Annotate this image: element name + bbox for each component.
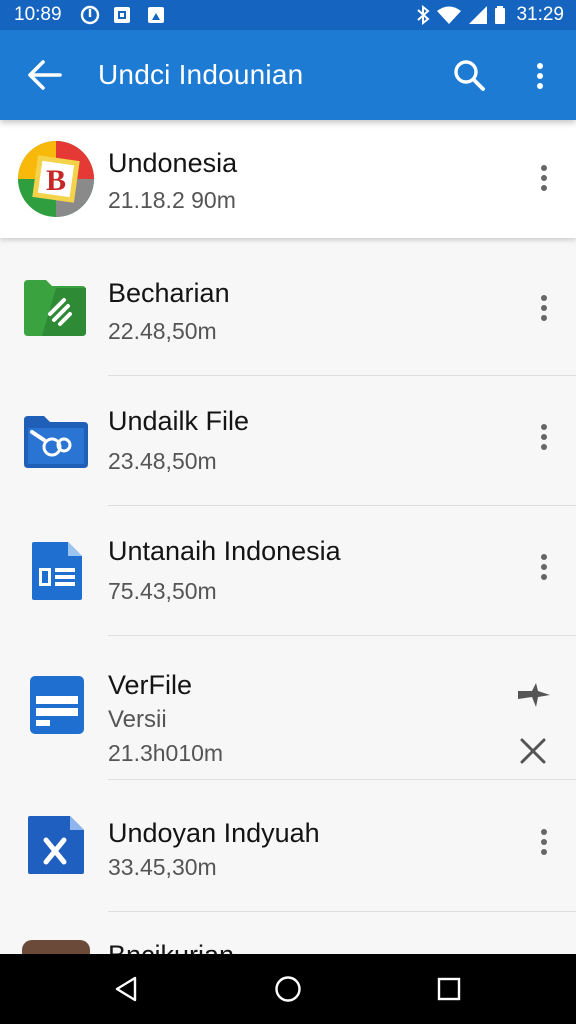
item-title: Undailk File [108,406,250,436]
excel-file-icon [28,816,84,874]
item-size: 21.3h010m [108,740,224,766]
pin-icon[interactable] [516,681,552,709]
item-title: Becharian [108,278,230,308]
item-size: 33.45,30m [108,854,217,880]
more-vert-icon[interactable] [532,826,556,858]
item-title: Undoyan Indyuah [108,818,320,848]
more-vert-icon[interactable] [528,60,552,92]
item-size: 22.48,50m [108,318,217,344]
item-size: 21.18.2 90m [108,187,236,213]
list-item[interactable]: VerFile Versii 21.3h010m [0,636,576,780]
item-title: Untanaih Indonesia [108,536,341,566]
item-title: VerFile [108,670,193,700]
notification-icon [114,7,130,23]
system-nav-bar [0,954,576,1024]
item-size: 23.48,50m [108,448,217,474]
file-list: B Undonesia 21.18.2 90m Becharian 22.48,… [0,120,576,954]
brand-logo-icon: B [18,141,94,217]
app-bar: Undci Indounian [0,30,576,120]
list-item[interactable]: Undoyan Indyuah 33.45,30m [0,780,576,912]
logo-letter: B [46,164,66,197]
image-icon [148,7,164,23]
blue-folder-icon [24,416,88,468]
avatar-photo-icon [22,940,90,954]
more-vert-icon[interactable] [532,162,556,194]
list-item[interactable]: Becharian 22.48,50m [0,238,576,376]
more-vert-icon[interactable] [532,421,556,453]
status-clock: 31:29 [516,4,564,25]
list-item[interactable]: Bncikurian [0,912,576,954]
status-bar: 10:89 31:29 [0,0,576,30]
doc-file-icon [32,542,82,600]
do-not-disturb-icon [80,5,100,25]
item-title: Bncikurian [108,940,234,954]
battery-icon [495,6,506,24]
list-item[interactable]: Untanaih Indonesia 75.43,50m [0,506,576,636]
form-file-icon [30,676,84,734]
home-circle-icon[interactable] [273,974,303,1004]
signal-icon [469,6,488,24]
green-folder-icon [24,280,86,336]
list-item[interactable]: Undailk File 23.48,50m [0,376,576,506]
item-size: 75.43,50m [108,578,217,604]
item-title: Undonesia [108,148,238,178]
list-item[interactable]: B Undonesia 21.18.2 90m [0,120,576,238]
more-vert-icon[interactable] [532,551,556,583]
status-time: 10:89 [14,4,62,25]
recents-square-icon[interactable] [434,974,464,1004]
wifi-icon [437,6,462,24]
bluetooth-icon [417,5,430,25]
search-icon[interactable] [452,58,486,92]
back-arrow-icon[interactable] [26,59,62,91]
back-triangle-icon[interactable] [112,974,142,1004]
item-subtitle: Versii [108,706,167,733]
close-icon[interactable] [518,736,548,766]
page-title: Undci Indounian [98,59,304,90]
more-vert-icon[interactable] [532,292,556,324]
